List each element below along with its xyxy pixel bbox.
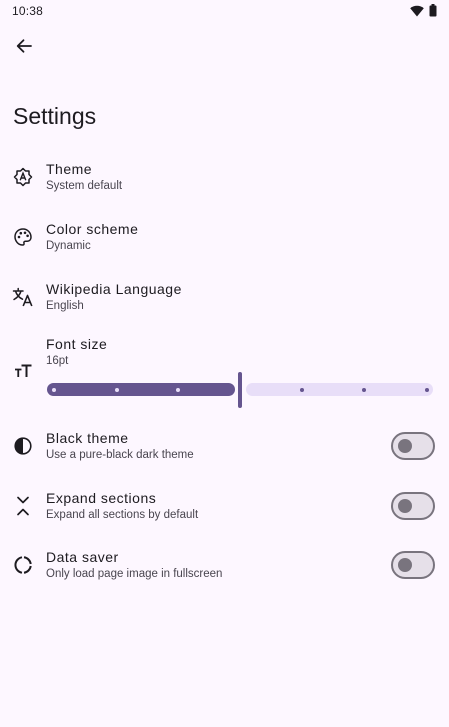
setting-subtitle: English bbox=[46, 300, 84, 312]
setting-black-theme[interactable]: Black theme Use a pure-black dark theme bbox=[0, 422, 449, 474]
expand-sections-toggle[interactable] bbox=[391, 492, 435, 520]
setting-theme[interactable]: Theme System default bbox=[0, 153, 449, 205]
data-saver-toggle[interactable] bbox=[391, 551, 435, 579]
status-time: 10:38 bbox=[12, 4, 44, 18]
setting-title: Color scheme bbox=[46, 221, 139, 237]
setting-subtitle: 16pt bbox=[46, 355, 69, 367]
slider-handle[interactable] bbox=[238, 372, 242, 408]
black-theme-toggle[interactable] bbox=[391, 432, 435, 460]
contrast-icon bbox=[12, 435, 34, 457]
setting-title: Expand sections bbox=[46, 490, 157, 506]
translate-icon bbox=[12, 286, 34, 308]
font-size-slider[interactable] bbox=[47, 372, 434, 408]
setting-title: Wikipedia Language bbox=[46, 281, 182, 297]
slider-tick bbox=[52, 388, 56, 392]
setting-expand-sections[interactable]: Expand sections Expand all sections by d… bbox=[0, 482, 449, 534]
slider-tick bbox=[362, 388, 366, 392]
slider-inactive-track bbox=[246, 383, 433, 396]
setting-color-scheme[interactable]: Color scheme Dynamic bbox=[0, 213, 449, 265]
setting-subtitle: Expand all sections by default bbox=[46, 509, 199, 521]
arrow-left-icon bbox=[15, 37, 33, 60]
status-bar: 10:38 bbox=[0, 0, 449, 22]
toggle-knob bbox=[398, 558, 412, 572]
slider-active-track bbox=[47, 383, 235, 396]
setting-data-saver[interactable]: Data saver Only load page image in fulls… bbox=[0, 541, 449, 593]
setting-title: Black theme bbox=[46, 430, 129, 446]
toggle-knob bbox=[398, 439, 412, 453]
unfold-less-icon bbox=[12, 495, 34, 517]
setting-subtitle: System default bbox=[46, 180, 123, 192]
setting-wikipedia-language[interactable]: Wikipedia Language English bbox=[0, 273, 449, 325]
toggle-knob bbox=[398, 499, 412, 513]
slider-tick bbox=[176, 388, 180, 392]
setting-title: Theme bbox=[46, 161, 93, 177]
setting-subtitle: Only load page image in fullscreen bbox=[46, 568, 223, 580]
setting-subtitle: Dynamic bbox=[46, 240, 91, 252]
battery-icon bbox=[429, 4, 437, 22]
data-saver-icon bbox=[12, 554, 34, 576]
palette-icon bbox=[12, 226, 34, 248]
back-button[interactable] bbox=[10, 34, 38, 62]
page-title: Settings bbox=[13, 103, 97, 129]
setting-title: Font size bbox=[46, 336, 108, 352]
slider-tick bbox=[425, 388, 429, 392]
slider-tick bbox=[115, 388, 119, 392]
wifi-icon bbox=[410, 4, 424, 22]
text-size-icon bbox=[12, 360, 34, 382]
setting-subtitle: Use a pure-black dark theme bbox=[46, 449, 194, 461]
theme-a-gear-icon bbox=[12, 166, 34, 188]
slider-tick bbox=[300, 388, 304, 392]
status-icons bbox=[410, 4, 437, 22]
setting-title: Data saver bbox=[46, 549, 119, 565]
